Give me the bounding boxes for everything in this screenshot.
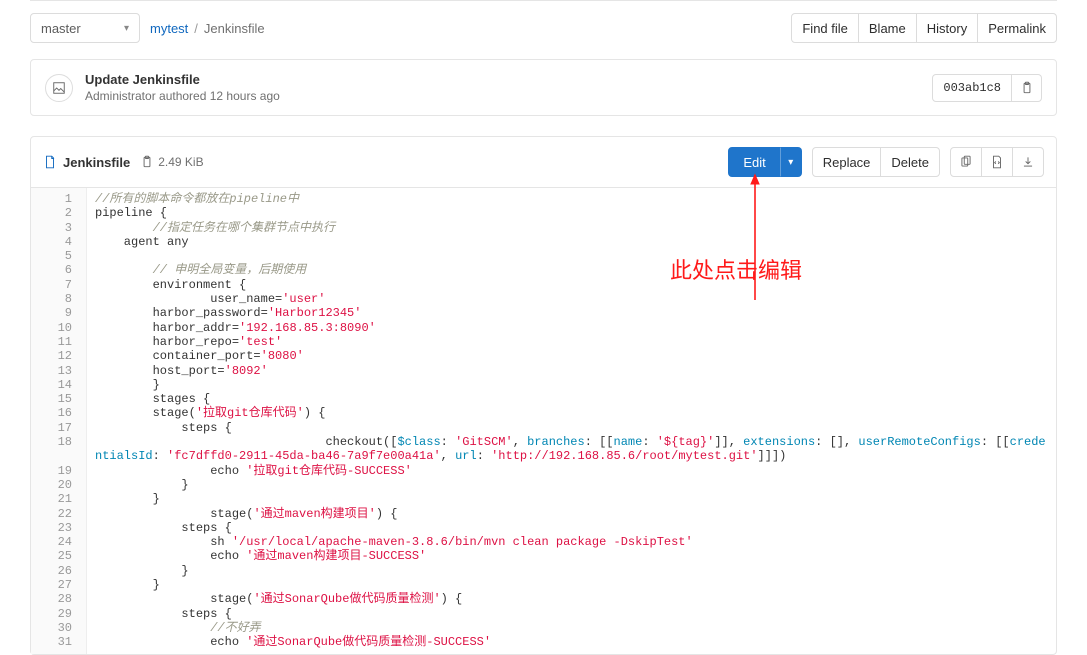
line-number[interactable]: 28 (31, 592, 78, 606)
code-line: checkout([$class: 'GitSCM', branches: [[… (95, 435, 1048, 464)
code-line: host_port='8092' (95, 364, 1048, 378)
doc-icon (43, 155, 57, 169)
code-line: steps { (95, 521, 1048, 535)
code-line: stage('通过maven构建项目') { (95, 507, 1048, 521)
code-line: echo '通过SonarQube做代码质量检测-SUCCESS' (95, 635, 1048, 649)
code-line: //所有的脚本命令都放在pipeline中 (95, 192, 1048, 206)
code-line: // 申明全局变量，后期使用 (95, 263, 1048, 277)
code-line: harbor_password='Harbor12345' (95, 306, 1048, 320)
edit-button[interactable]: Edit (728, 147, 780, 177)
branch-selected: master (41, 21, 81, 36)
breadcrumb-project[interactable]: mytest (150, 21, 188, 36)
line-number[interactable]: 8 (31, 292, 78, 306)
copy-file-button[interactable] (950, 147, 982, 177)
permalink-button[interactable]: Permalink (977, 13, 1057, 43)
commit-card: Update Jenkinsfile Administrator authore… (30, 59, 1057, 116)
code-line: stages { (95, 392, 1048, 406)
clipboard-icon (1020, 81, 1034, 95)
line-number[interactable]: 6 (31, 263, 78, 277)
code-line: harbor_repo='test' (95, 335, 1048, 349)
line-number[interactable]: 9 (31, 306, 78, 320)
line-number[interactable]: 2 (31, 206, 78, 220)
code-line: environment { (95, 278, 1048, 292)
line-number[interactable]: 3 (31, 221, 78, 235)
commit-meta: Administrator authored 12 hours ago (85, 89, 280, 103)
line-number[interactable]: 5 (31, 249, 78, 263)
line-number[interactable]: 10 (31, 321, 78, 335)
download-button[interactable] (1012, 147, 1044, 177)
line-number[interactable]: 12 (31, 349, 78, 363)
broken-image-icon (52, 81, 66, 95)
delete-button[interactable]: Delete (880, 147, 940, 177)
code-line: } (95, 378, 1048, 392)
line-number[interactable]: 26 (31, 564, 78, 578)
line-number[interactable]: 25 (31, 549, 78, 563)
code-line: sh '/usr/local/apache-maven-3.8.6/bin/mv… (95, 535, 1048, 549)
replace-button[interactable]: Replace (812, 147, 882, 177)
code-line: agent any (95, 235, 1048, 249)
code-line: } (95, 564, 1048, 578)
avatar (45, 74, 73, 102)
code-line: pipeline { (95, 206, 1048, 220)
line-number[interactable]: 19 (31, 464, 78, 478)
history-button[interactable]: History (916, 13, 978, 43)
line-number[interactable]: 16 (31, 406, 78, 420)
breadcrumb-file: Jenkinsfile (204, 21, 265, 36)
code-line: } (95, 492, 1048, 506)
code-line: steps { (95, 607, 1048, 621)
commit-sha: 003ab1c8 (932, 74, 1012, 102)
line-number[interactable]: 20 (31, 478, 78, 492)
code-line: echo '通过maven构建项目-SUCCESS' (95, 549, 1048, 563)
line-number[interactable]: 11 (31, 335, 78, 349)
branch-selector[interactable]: master ▾ (30, 13, 140, 43)
commit-title: Update Jenkinsfile (85, 72, 280, 87)
clipboard-icon (140, 155, 154, 169)
line-number[interactable]: 7 (31, 278, 78, 292)
code-line: container_port='8080' (95, 349, 1048, 363)
breadcrumb: mytest / Jenkinsfile (150, 21, 265, 36)
line-number[interactable]: 21 (31, 492, 78, 506)
file-card: Jenkinsfile 2.49 KiB Edit ▾ Replace Dele… (30, 136, 1057, 655)
code-line: //不好弄 (95, 621, 1048, 635)
code-line: //指定任务在哪个集群节点中执行 (95, 221, 1048, 235)
line-number[interactable]: 27 (31, 578, 78, 592)
code-line: } (95, 478, 1048, 492)
edit-dropdown[interactable]: ▾ (780, 147, 802, 177)
code-line: stage('通过SonarQube做代码质量检测') { (95, 592, 1048, 606)
breadcrumb-sep: / (194, 21, 198, 36)
download-icon (1021, 155, 1035, 169)
file-name: Jenkinsfile (63, 155, 130, 170)
line-number[interactable]: 4 (31, 235, 78, 249)
line-number[interactable]: 13 (31, 364, 78, 378)
chevron-down-icon: ▾ (124, 23, 129, 34)
code-viewer: 1234567891011121314151617181920212223242… (31, 188, 1056, 654)
code-line: steps { (95, 421, 1048, 435)
line-number[interactable]: 14 (31, 378, 78, 392)
code-icon (990, 155, 1004, 169)
line-number[interactable]: 17 (31, 421, 78, 435)
line-number[interactable]: 15 (31, 392, 78, 406)
copy-sha-button[interactable] (1012, 74, 1042, 102)
code-line: user_name='user' (95, 292, 1048, 306)
line-number[interactable]: 29 (31, 607, 78, 621)
code-line: echo '拉取git仓库代码-SUCCESS' (95, 464, 1048, 478)
find-file-button[interactable]: Find file (791, 13, 859, 43)
code-line: harbor_addr='192.168.85.3:8090' (95, 321, 1048, 335)
code-line: } (95, 578, 1048, 592)
line-number[interactable]: 23 (31, 521, 78, 535)
file-size: 2.49 KiB (158, 155, 203, 169)
blame-button[interactable]: Blame (858, 13, 917, 43)
line-number[interactable]: 18 (31, 435, 78, 464)
code-line: stage('拉取git仓库代码') { (95, 406, 1048, 420)
line-number[interactable]: 30 (31, 621, 78, 635)
raw-file-button[interactable] (981, 147, 1013, 177)
line-number[interactable]: 1 (31, 192, 78, 206)
line-number[interactable]: 22 (31, 507, 78, 521)
line-number[interactable]: 31 (31, 635, 78, 649)
line-number[interactable]: 24 (31, 535, 78, 549)
code-line (95, 249, 1048, 263)
copy-icon (959, 155, 973, 169)
